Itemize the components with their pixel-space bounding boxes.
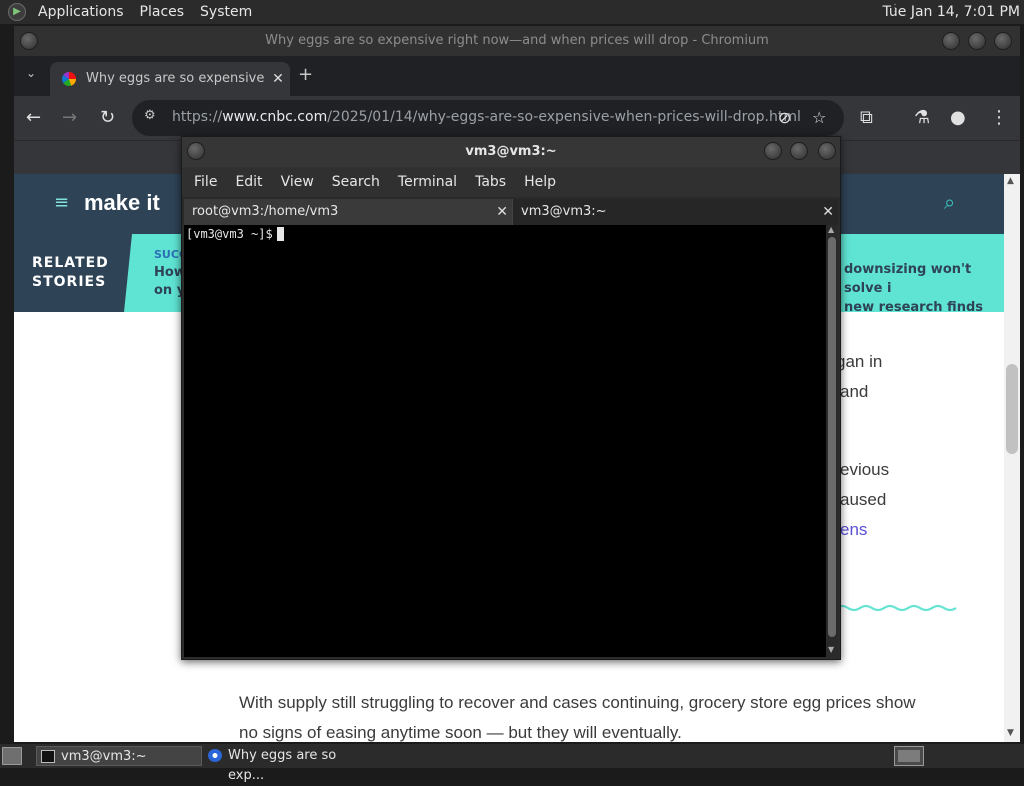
places-menu[interactable]: Places (132, 0, 193, 24)
terminal-maximize-button[interactable] (790, 142, 808, 160)
shell-prompt-text: [vm3@vm3 ~]$ (186, 227, 273, 241)
menu-file[interactable]: File (186, 174, 225, 190)
taskbar-item-terminal[interactable]: vm3@vm3:~ (36, 746, 202, 766)
related-label-line1: RELATED (32, 255, 109, 271)
page-scrollbar[interactable]: ▲ ▼ (1004, 174, 1020, 742)
chromium-window-title: Why eggs are so expensive right now—and … (265, 33, 769, 48)
close-tab-icon[interactable]: ✕ (822, 199, 834, 225)
new-tab-icon[interactable]: + (298, 64, 313, 85)
site-info-icon[interactable]: ⚙ (144, 108, 156, 123)
terminal-tab-bar: root@vm3:/home/vm3 ✕ vm3@vm3:~ ✕ (182, 197, 840, 225)
related-story-right-line1: downsizing won't solve i (844, 262, 972, 296)
workspace-1[interactable] (898, 750, 920, 762)
close-tab-icon[interactable]: ✕ (496, 199, 508, 225)
site-logo[interactable]: make it (84, 190, 160, 216)
terminal-output[interactable]: [vm3@vm3 ~]$ (184, 225, 826, 657)
system-menu[interactable]: System (192, 0, 260, 24)
maximize-button[interactable] (968, 32, 986, 50)
reload-icon[interactable]: ↻ (100, 106, 115, 130)
scroll-down-arrow-icon[interactable]: ▼ (1007, 728, 1014, 738)
bookmark-star-icon[interactable]: ☆ (812, 106, 826, 130)
tab-strip: ⌄ Why eggs are so expensive n ✕ + (14, 56, 1020, 96)
related-stories-label: RELATED STORIES (32, 254, 109, 292)
hamburger-menu-icon[interactable]: ≡ (54, 194, 72, 212)
article-paragraph: With supply still struggling to recover … (239, 693, 916, 742)
related-story-right[interactable]: downsizing won't solve i new research fi… (844, 260, 1004, 315)
back-icon[interactable]: ← (26, 106, 41, 130)
article-text-fragment: gan in (836, 352, 883, 371)
window-menu-button[interactable] (20, 32, 38, 50)
terminal-scrollbar[interactable]: ▲ ▼ (826, 225, 838, 657)
taskbar-item-label: vm3@vm3:~ (61, 749, 147, 764)
workspace-switcher[interactable] (894, 746, 924, 766)
top-panel: ▶ Applications Places System ⋮ Tue Jan 1… (0, 0, 1024, 24)
bottom-panel: vm3@vm3:~ Why eggs are so exp... (0, 744, 1024, 783)
menu-terminal[interactable]: Terminal (390, 174, 465, 190)
menu-search[interactable]: Search (324, 174, 388, 190)
terminal-window: vm3@vm3:~ File Edit View Search Terminal… (181, 136, 841, 660)
chromium-titlebar[interactable]: Why eggs are so expensive right now—and … (14, 26, 1020, 56)
tab-search-chevron-icon[interactable]: ⌄ (26, 66, 36, 80)
browser-tab-title: Why eggs are so expensive n (86, 71, 277, 86)
page-scrollbar-thumb[interactable] (1006, 364, 1018, 454)
taskbar-item-chromium[interactable]: Why eggs are so exp... (204, 746, 374, 783)
decorative-squiggle (836, 605, 957, 611)
browser-toolbar: ← → ↻ ⚙ https://www.cnbc.com/2025/01/14/… (14, 96, 1020, 140)
scroll-up-arrow-icon[interactable]: ▲ (828, 225, 834, 234)
shell-prompt: [vm3@vm3 ~]$ (186, 227, 284, 241)
forward-icon[interactable]: → (62, 106, 77, 130)
menu-help[interactable]: Help (516, 174, 564, 190)
terminal-tab-vm3[interactable]: vm3@vm3:~ ✕ (512, 199, 838, 225)
eye-off-icon[interactable]: ⊘ (778, 106, 791, 130)
address-bar[interactable]: ⚙ https://www.cnbc.com/2025/01/14/why-eg… (132, 100, 844, 136)
distro-logo-icon[interactable]: ▶ (8, 3, 26, 21)
article-text-fragment: and (840, 382, 869, 401)
menu-edit[interactable]: Edit (227, 174, 270, 190)
menu-view[interactable]: View (273, 174, 322, 190)
terminal-menubar: File Edit View Search Terminal Tabs Help (182, 167, 840, 197)
terminal-titlebar[interactable]: vm3@vm3:~ (182, 137, 840, 167)
terminal-tab-label: vm3@vm3:~ (521, 204, 607, 219)
related-story-right-line2: new research finds (844, 300, 983, 315)
terminal-window-title: vm3@vm3:~ (465, 144, 557, 159)
terminal-tab-root[interactable]: root@vm3:/home/vm3 ✕ (184, 199, 512, 225)
search-icon[interactable]: ⌕ (944, 190, 955, 214)
article-link-fragment[interactable]: ens (840, 520, 867, 540)
terminal-tab-label: root@vm3:/home/vm3 (192, 204, 339, 219)
minimize-button[interactable] (942, 32, 960, 50)
url-text[interactable]: https://www.cnbc.com/2025/01/14/why-eggs… (172, 109, 801, 125)
terminal-close-button[interactable] (818, 142, 836, 160)
taskbar-item-label: Why eggs are so exp... (228, 748, 337, 783)
browser-tab[interactable]: Why eggs are so expensive n ✕ (50, 62, 290, 96)
terminal-scrollbar-thumb[interactable] (828, 237, 836, 637)
article-text-fragment: aused (840, 490, 887, 509)
clock[interactable]: Tue Jan 14, 7:01 PM (882, 0, 1020, 24)
scroll-up-arrow-icon[interactable]: ▲ (1007, 176, 1014, 186)
menu-tabs[interactable]: Tabs (467, 174, 514, 190)
terminal-window-menu-button[interactable] (187, 142, 205, 160)
close-window-button[interactable] (994, 32, 1012, 50)
applications-menu[interactable]: Applications (30, 0, 132, 24)
terminal-icon (41, 750, 55, 763)
profile-icon[interactable]: ● (950, 106, 966, 130)
extensions-icon[interactable]: ⧉ (860, 106, 873, 130)
more-menu-icon[interactable]: ⋮ (990, 106, 1008, 130)
labs-flask-icon[interactable]: ⚗ (914, 106, 930, 130)
close-tab-icon[interactable]: ✕ (266, 62, 290, 96)
chromium-icon (208, 749, 222, 762)
related-label-line2: STORIES (32, 274, 107, 290)
show-desktop-icon[interactable] (2, 747, 22, 765)
text-cursor (276, 227, 284, 241)
article-text-fragment: evious (840, 460, 890, 479)
scroll-down-arrow-icon[interactable]: ▼ (828, 645, 834, 654)
terminal-minimize-button[interactable] (764, 142, 782, 160)
nbc-favicon-icon (62, 72, 76, 86)
